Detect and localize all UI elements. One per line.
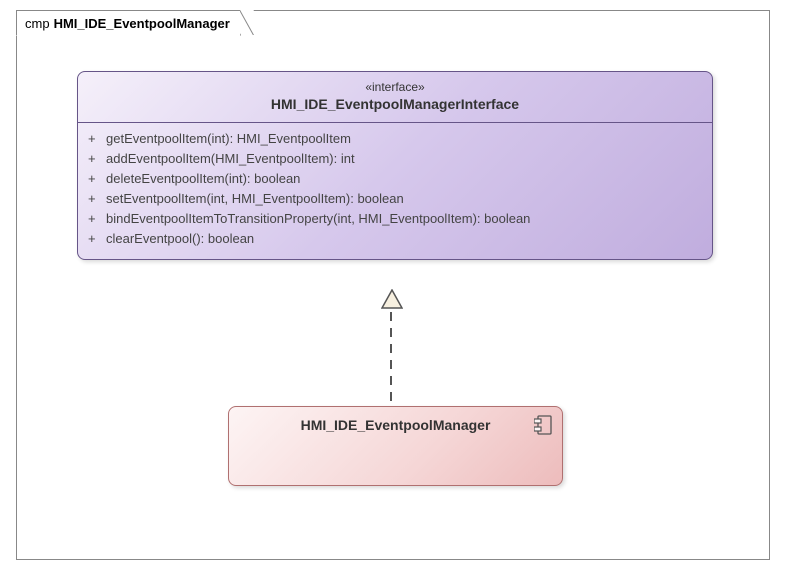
realization-arrowhead-icon (381, 289, 403, 309)
interface-header: «interface» HMI_IDE_EventpoolManagerInte… (78, 72, 712, 123)
method-row: + bindEventpoolItemToTransitionProperty(… (88, 209, 702, 229)
component-icon (534, 415, 552, 435)
interface-stereotype: «interface» (78, 80, 712, 94)
method-signature: getEventpoolItem(int): HMI_EventpoolItem (106, 129, 702, 149)
component-classifier: HMI_IDE_EventpoolManager (228, 406, 563, 486)
interface-classifier: «interface» HMI_IDE_EventpoolManagerInte… (77, 71, 713, 260)
method-visibility: + (88, 149, 106, 169)
method-signature: deleteEventpoolItem(int): boolean (106, 169, 702, 189)
method-row: + addEventpoolItem(HMI_EventpoolItem): i… (88, 149, 702, 169)
component-name: HMI_IDE_EventpoolManager (229, 417, 562, 433)
frame-prefix: cmp (25, 16, 50, 31)
method-row: + setEventpoolItem(int, HMI_EventpoolIte… (88, 189, 702, 209)
method-signature: addEventpoolItem(HMI_EventpoolItem): int (106, 149, 702, 169)
interface-methods: + getEventpoolItem(int): HMI_EventpoolIt… (78, 123, 712, 259)
method-signature: clearEventpool(): boolean (106, 229, 702, 249)
frame-tab: cmp HMI_IDE_EventpoolManager (16, 10, 241, 36)
diagram-frame: cmp HMI_IDE_EventpoolManager «interface»… (16, 10, 770, 560)
method-visibility: + (88, 189, 106, 209)
frame-title: HMI_IDE_EventpoolManager (54, 16, 230, 31)
method-signature: bindEventpoolItemToTransitionProperty(in… (106, 209, 702, 229)
interface-name: HMI_IDE_EventpoolManagerInterface (271, 96, 519, 112)
method-row: + deleteEventpoolItem(int): boolean (88, 169, 702, 189)
realization-connector (390, 294, 392, 408)
method-visibility: + (88, 209, 106, 229)
method-signature: setEventpoolItem(int, HMI_EventpoolItem)… (106, 189, 702, 209)
method-visibility: + (88, 129, 106, 149)
method-visibility: + (88, 229, 106, 249)
method-row: + clearEventpool(): boolean (88, 229, 702, 249)
method-row: + getEventpoolItem(int): HMI_EventpoolIt… (88, 129, 702, 149)
method-visibility: + (88, 169, 106, 189)
